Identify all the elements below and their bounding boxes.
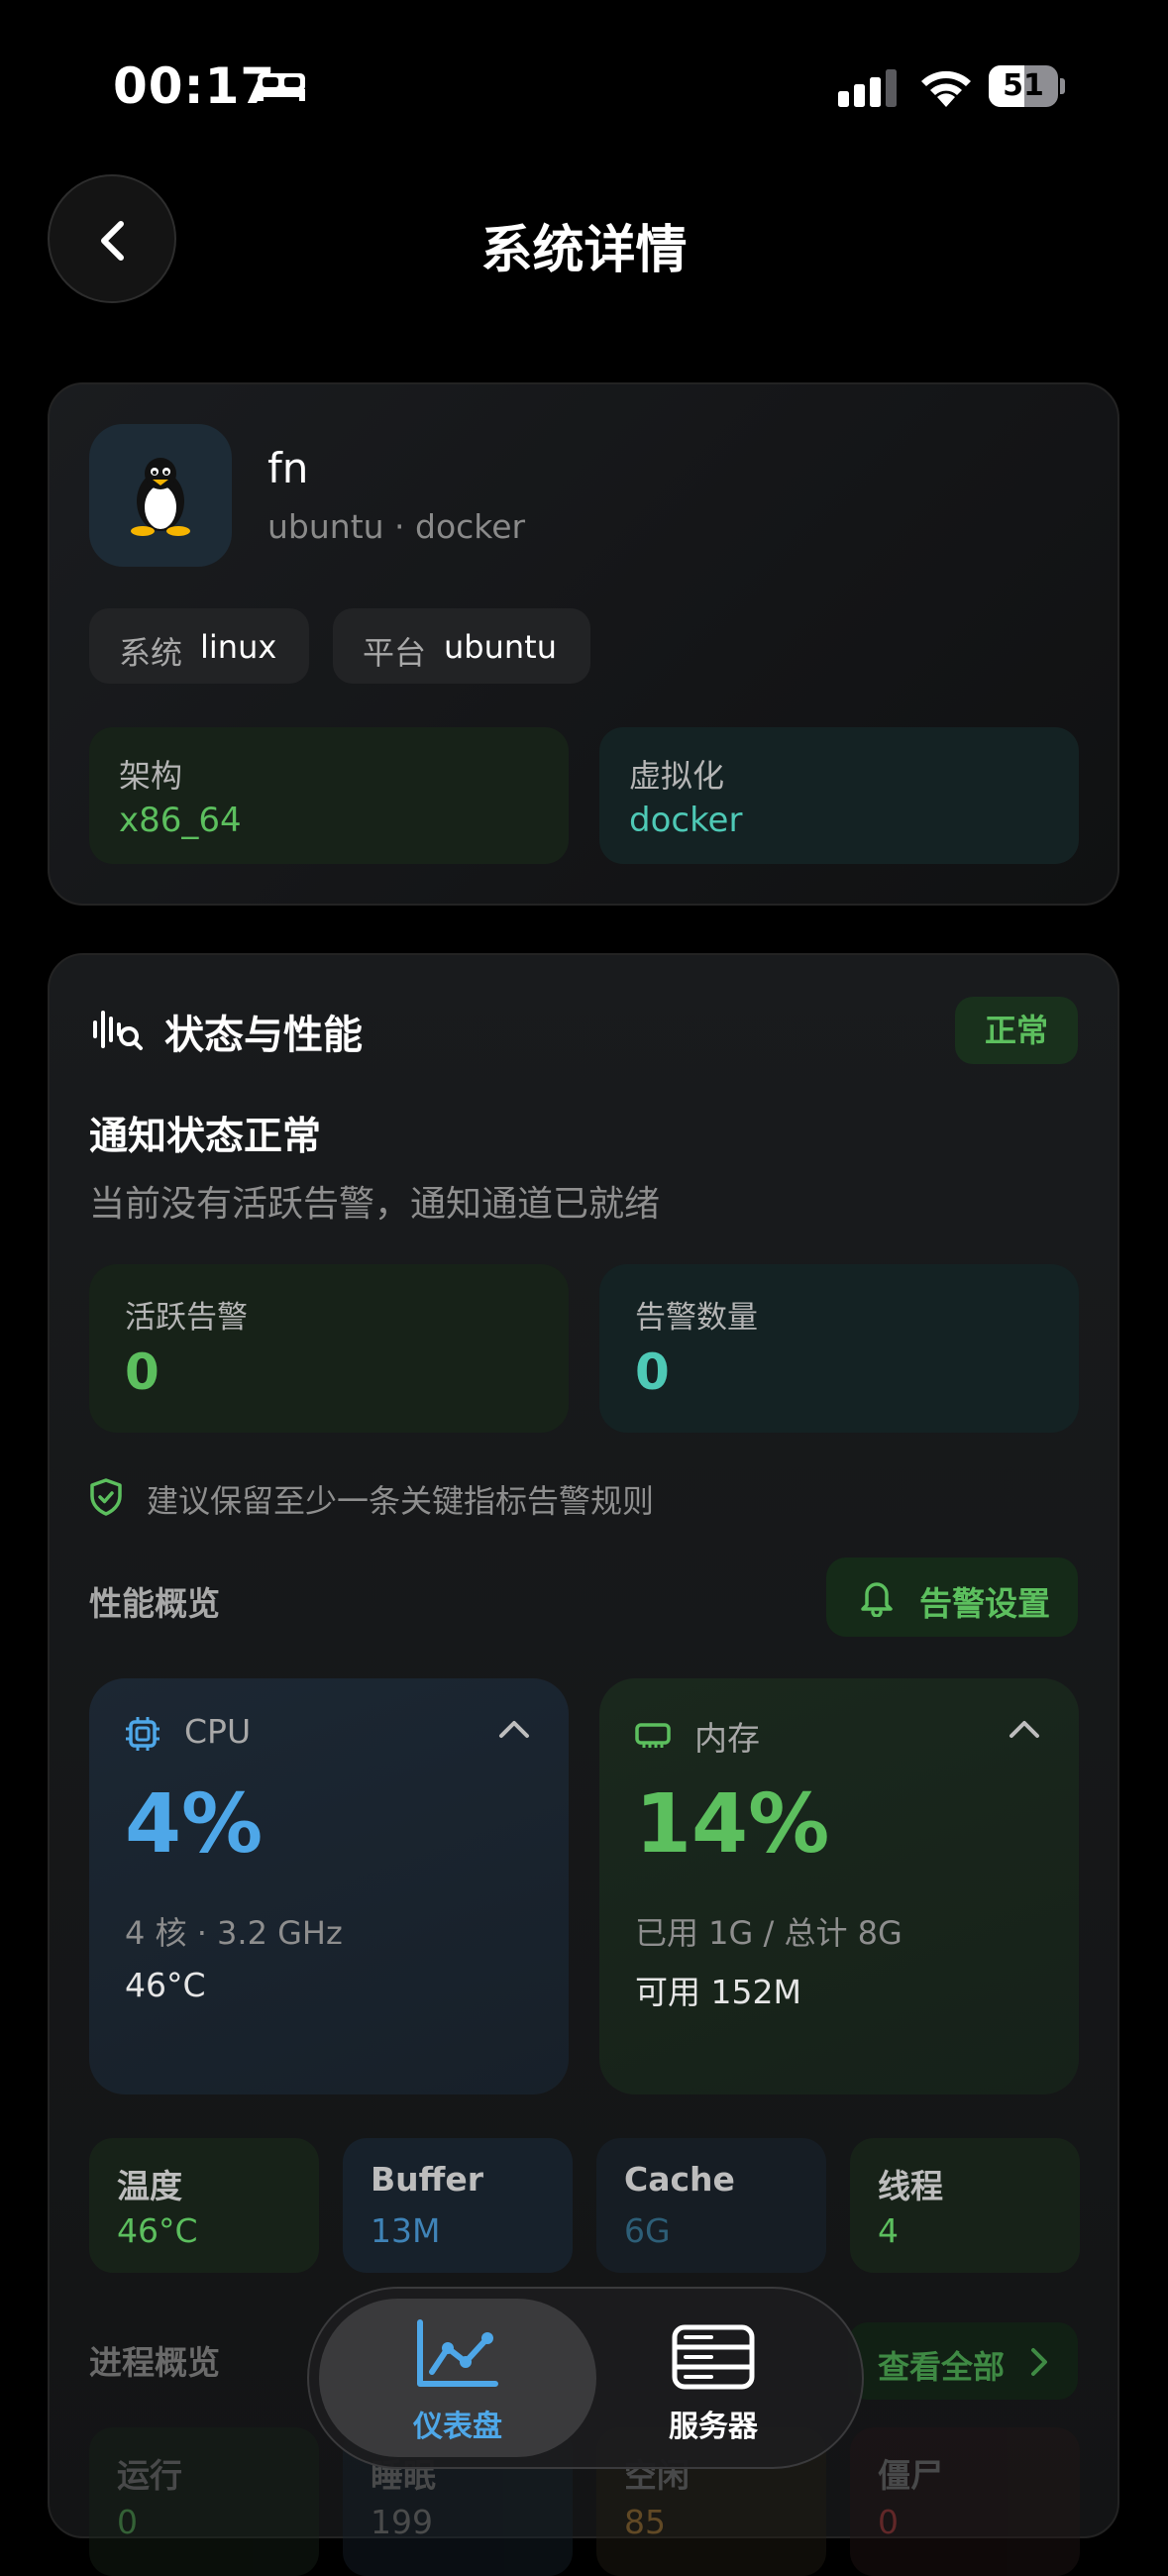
cpu-cores: 4 核 · 3.2 GHz <box>125 1914 343 1952</box>
process-zombie-box: 僵尸 0 <box>850 2427 1080 2576</box>
temperature-box: 温度 46°C <box>89 2138 319 2273</box>
view-all-button[interactable]: 查看全部 <box>848 2322 1078 2400</box>
active-alerts-box: 活跃告警 0 <box>89 1264 569 1433</box>
mini-label: 温度 <box>117 2167 182 2205</box>
cpu-chip-icon <box>126 1717 159 1751</box>
mini-value: 6G <box>624 2211 671 2250</box>
process-value: 199 <box>371 2503 433 2541</box>
page-title: 系统详情 <box>480 221 688 280</box>
process-overview-label: 进程概览 <box>89 2343 220 2382</box>
mini-value: 46°C <box>117 2211 198 2250</box>
host-subtitle: ubuntu · docker <box>267 507 526 546</box>
section-title: 状态与性能 <box>164 1013 363 1058</box>
mini-label: Buffer <box>371 2160 484 2199</box>
os-logo <box>89 424 232 567</box>
cellular-signal-icon <box>838 69 897 107</box>
alert-count-label: 告警数量 <box>635 1300 758 1336</box>
tab-server-label[interactable]: 服务器 <box>594 2402 832 2445</box>
alert-settings-label: 告警设置 <box>919 1584 1050 1623</box>
threads-box: 线程 4 <box>850 2138 1080 2273</box>
tab-dashboard-label[interactable]: 仪表盘 <box>319 2402 596 2445</box>
platform-chip: 平台 ubuntu <box>333 608 590 684</box>
chip-key: 平台 <box>363 634 427 672</box>
memory-usage: 14% <box>635 1777 830 1872</box>
mini-label: 线程 <box>878 2167 943 2205</box>
process-running-box: 运行 0 <box>89 2427 319 2576</box>
cpu-label: CPU <box>184 1712 252 1751</box>
memory-card[interactable]: 内存 14% 已用 1G / 总计 8G 可用 152M <box>599 1678 1079 2094</box>
alert-count-value: 0 <box>635 1343 670 1401</box>
chip-key: 系统 <box>119 634 183 672</box>
mini-value: 4 <box>878 2211 899 2250</box>
virtualization-box: 虚拟化 docker <box>599 727 1079 864</box>
memory-icon <box>635 1723 671 1748</box>
host-name: fn <box>267 444 309 492</box>
memory-available: 可用 152M <box>635 1973 801 2011</box>
chip-value: linux <box>200 628 277 666</box>
virtualization-label: 虚拟化 <box>629 757 725 795</box>
battery-indicator: 51 <box>989 65 1066 107</box>
line-chart-icon <box>417 2319 498 2387</box>
alert-count-box: 告警数量 0 <box>599 1264 1079 1433</box>
arch-box: 架构 x86_64 <box>89 727 569 864</box>
arch-value: x86_64 <box>119 801 242 840</box>
notice-title: 通知状态正常 <box>89 1115 322 1159</box>
chevron-up-icon[interactable] <box>497 1718 531 1740</box>
mini-value: 13M <box>371 2211 441 2250</box>
sleep-mode-icon <box>258 73 305 101</box>
system-chip: 系统 linux <box>89 608 309 684</box>
cpu-usage: 4% <box>125 1777 264 1872</box>
process-value: 0 <box>117 2503 138 2541</box>
memory-used-total: 已用 1G / 总计 8G <box>635 1914 903 1952</box>
buffer-box: Buffer 13M <box>343 2138 573 2273</box>
linux-penguin-icon <box>131 458 190 536</box>
chevron-right-icon <box>1031 2348 1047 2376</box>
cpu-temperature: 46°C <box>125 1966 206 2004</box>
memory-label: 内存 <box>694 1719 760 1758</box>
mini-label: Cache <box>624 2160 735 2199</box>
active-alerts-label: 活跃告警 <box>125 1300 248 1336</box>
process-label: 运行 <box>117 2456 182 2495</box>
process-value: 0 <box>878 2503 899 2541</box>
arch-label: 架构 <box>119 757 183 795</box>
chevron-up-icon[interactable] <box>1008 1718 1041 1740</box>
wifi-icon <box>921 70 971 107</box>
performance-label: 性能概览 <box>89 1584 220 1623</box>
active-alerts-value: 0 <box>125 1343 159 1401</box>
shield-check-icon <box>90 1478 122 1516</box>
server-icon[interactable] <box>672 2324 755 2390</box>
battery-percent: 51 <box>1003 68 1044 103</box>
bell-icon <box>861 1582 893 1617</box>
status-time: 00:17 <box>113 57 276 115</box>
activity-search-icon <box>93 1011 143 1050</box>
view-all-label: 查看全部 <box>878 2348 1006 2386</box>
process-value: 85 <box>624 2503 666 2541</box>
cache-box: Cache 6G <box>596 2138 826 2273</box>
chip-value: ubuntu <box>444 628 557 666</box>
notice-subtitle: 当前没有活跃告警，通知通道已就绪 <box>89 1184 661 1225</box>
process-label: 僵尸 <box>878 2456 943 2495</box>
status-badge: 正常 <box>955 997 1078 1064</box>
alert-settings-button[interactable]: 告警设置 <box>826 1557 1078 1637</box>
tip-text: 建议保留至少一条关键指标告警规则 <box>147 1482 655 1520</box>
virtualization-value: docker <box>629 801 743 840</box>
cpu-card[interactable]: CPU 4% 4 核 · 3.2 GHz 46°C <box>89 1678 569 2094</box>
